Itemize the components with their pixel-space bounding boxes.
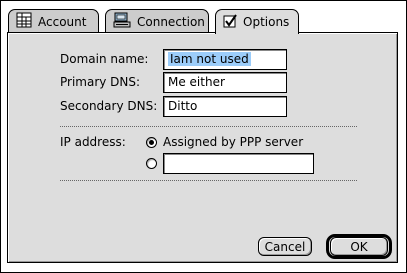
options-panel: Domain name: Iam not used Primary DNS: M… bbox=[7, 32, 398, 263]
ip-manual-radio[interactable] bbox=[146, 158, 157, 169]
ip-address-label: IP address: bbox=[60, 135, 126, 149]
tab-options[interactable]: Options bbox=[215, 9, 299, 34]
ip-assigned-radio[interactable] bbox=[146, 137, 157, 148]
tab-connection-label: Connection bbox=[137, 14, 205, 29]
separator-top bbox=[60, 126, 357, 127]
domain-name-label: Domain name: bbox=[60, 52, 149, 66]
primary-dns-label: Primary DNS: bbox=[60, 75, 141, 89]
account-grid-icon bbox=[16, 12, 32, 31]
primary-dns-field[interactable]: Me either bbox=[163, 72, 287, 93]
checkbox-icon bbox=[223, 13, 237, 31]
tab-account[interactable]: Account bbox=[8, 9, 99, 33]
connection-icon bbox=[113, 12, 131, 31]
tab-connection[interactable]: Connection bbox=[105, 9, 209, 33]
secondary-dns-label: Secondary DNS: bbox=[60, 99, 158, 113]
ok-button[interactable]: OK bbox=[330, 237, 388, 256]
cancel-button[interactable]: Cancel bbox=[258, 237, 312, 256]
ip-manual-field[interactable] bbox=[163, 153, 314, 174]
domain-name-field[interactable]: Iam not used bbox=[163, 49, 287, 70]
tab-account-label: Account bbox=[38, 14, 87, 29]
secondary-dns-field[interactable]: Ditto bbox=[163, 96, 287, 117]
tab-options-label: Options bbox=[243, 15, 290, 29]
domain-name-value: Iam not used bbox=[168, 52, 251, 66]
ip-assigned-label[interactable]: Assigned by PPP server bbox=[163, 135, 303, 149]
dialog-window: Account Connection Options Domain name: … bbox=[0, 0, 407, 273]
separator-bottom bbox=[60, 180, 357, 181]
